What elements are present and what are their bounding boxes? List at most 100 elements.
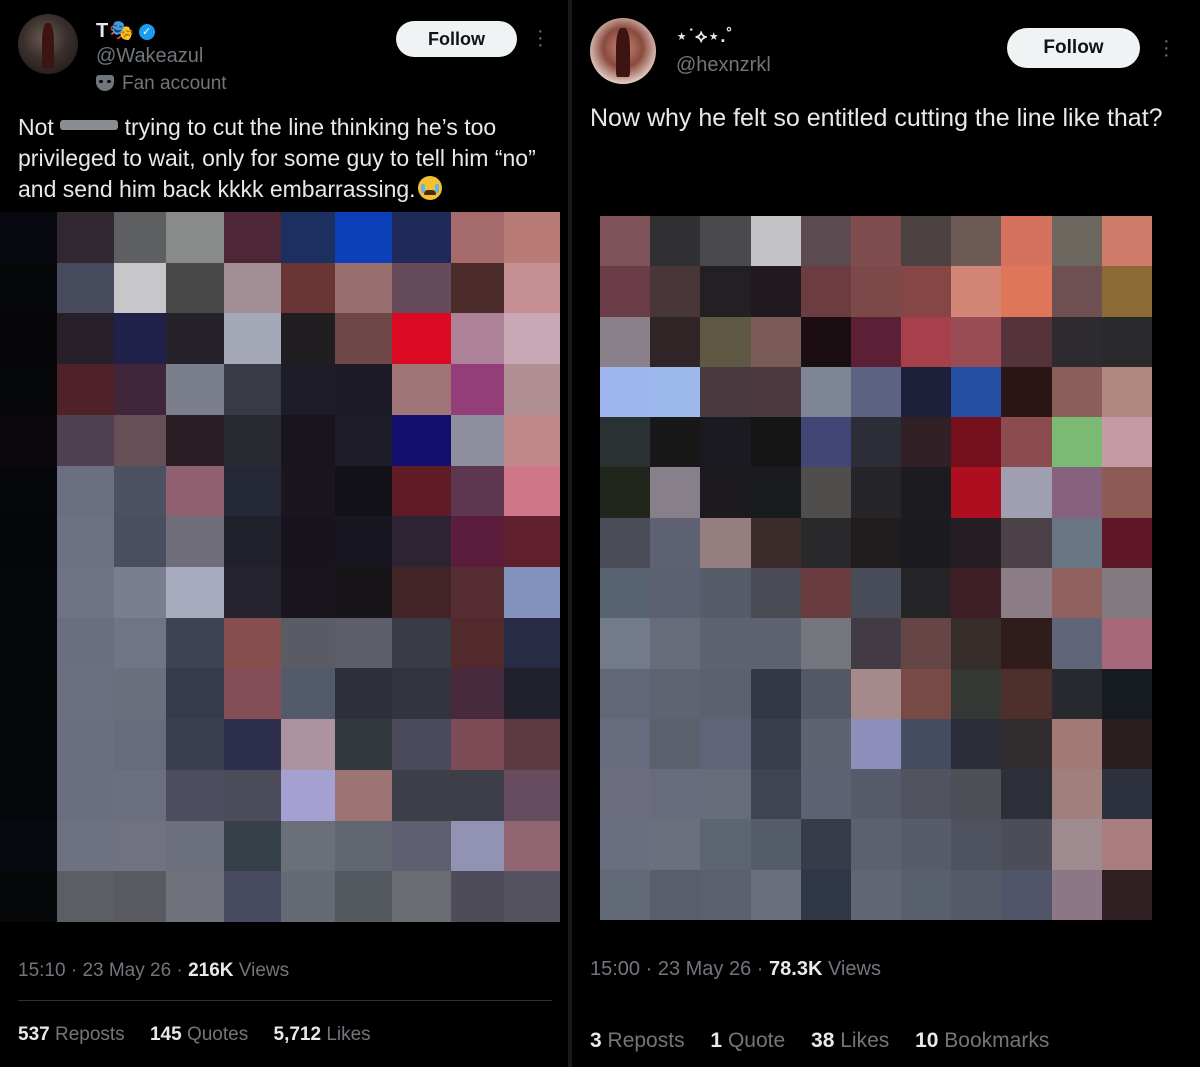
mosaic-block xyxy=(392,212,451,263)
user-handle[interactable]: @hexnzrkl xyxy=(676,54,771,77)
mosaic-block xyxy=(1101,618,1152,669)
mosaic-block xyxy=(335,820,392,872)
mosaic-block xyxy=(114,465,166,517)
mosaic-block xyxy=(166,516,224,567)
reposts-stat[interactable]: 537 Reposts xyxy=(18,1024,125,1045)
mosaic-block xyxy=(850,869,902,920)
mosaic-block xyxy=(1051,417,1102,468)
tweet-time[interactable]: 15:10 xyxy=(18,960,66,981)
mosaic-block xyxy=(901,417,952,468)
mosaic-block xyxy=(1001,769,1052,820)
fan-account-badge: Fan account xyxy=(96,73,227,95)
mosaic-block xyxy=(451,262,504,314)
likes-stat[interactable]: 5,712 Likes xyxy=(274,1024,371,1045)
mosaic-block xyxy=(750,366,801,418)
likes-count: 38 xyxy=(811,1029,835,1052)
mosaic-block xyxy=(504,617,560,669)
mosaic-block xyxy=(1051,618,1102,669)
views-count: 216K xyxy=(188,960,234,981)
mosaic-block xyxy=(281,820,335,872)
tweet-date[interactable]: 23 May 26 xyxy=(658,958,751,980)
likes-stat[interactable]: 38 Likes xyxy=(811,1029,889,1052)
follow-button[interactable]: Follow xyxy=(396,21,517,57)
mosaic-block xyxy=(700,467,751,518)
more-options-icon[interactable]: · · · xyxy=(537,21,544,55)
tweet-time[interactable]: 15:00 xyxy=(590,958,640,980)
mosaic-block xyxy=(0,516,57,567)
bookmarks-stat[interactable]: 10 Bookmarks xyxy=(915,1029,1049,1052)
mosaic-block xyxy=(114,414,166,466)
quotes-count: 145 xyxy=(149,1024,182,1045)
mosaic-block xyxy=(1101,517,1152,568)
display-name[interactable]: T🎭 ✓ xyxy=(96,18,156,43)
mosaic-block xyxy=(504,212,560,263)
more-options-icon[interactable]: · · · xyxy=(1163,31,1170,65)
quotes-stat[interactable]: 145 Quotes xyxy=(150,1024,248,1045)
avatar-figure xyxy=(616,27,630,78)
mosaic-block xyxy=(224,719,281,770)
mosaic-block xyxy=(901,567,952,619)
avatar[interactable] xyxy=(18,14,78,74)
mosaic-block xyxy=(166,820,224,872)
reposts-stat[interactable]: 3 Reposts xyxy=(590,1029,685,1052)
mosaic-block xyxy=(951,567,1002,619)
mosaic-block xyxy=(800,316,851,367)
mosaic-block xyxy=(750,216,801,267)
mosaic-block xyxy=(1101,769,1152,820)
tweet-date[interactable]: 23 May 26 xyxy=(82,960,171,981)
mosaic-block xyxy=(850,718,902,770)
mosaic-block xyxy=(750,467,801,518)
mosaic-block xyxy=(700,517,751,568)
likes-label: Likes xyxy=(840,1029,890,1052)
crying-emoji-icon xyxy=(417,176,442,200)
mosaic-block xyxy=(57,719,114,770)
mosaic-block xyxy=(392,567,451,618)
mosaic-block xyxy=(600,266,651,317)
display-name[interactable]: ⋆˙⟡⋆.˚ xyxy=(676,26,733,47)
mosaic-block xyxy=(451,364,504,415)
mosaic-block xyxy=(392,414,451,466)
mosaic-block xyxy=(600,718,651,770)
mosaic-block xyxy=(114,364,166,415)
quotes-stat[interactable]: 1 Quote xyxy=(710,1029,785,1052)
mosaic-block xyxy=(750,869,801,920)
avatar[interactable] xyxy=(590,18,656,84)
mosaic-block xyxy=(166,414,224,466)
mosaic-block xyxy=(600,769,651,820)
mosaic-block xyxy=(1051,366,1102,418)
mosaic-block xyxy=(281,769,335,821)
mosaic-block xyxy=(700,366,751,418)
mosaic-block xyxy=(650,366,701,418)
mosaic-block xyxy=(901,618,952,669)
mosaic-block xyxy=(850,467,902,518)
mosaic-block xyxy=(600,316,651,367)
mosaic-block xyxy=(114,567,166,618)
mosaic-block xyxy=(57,262,114,314)
mosaic-block xyxy=(850,417,902,468)
mosaic-block xyxy=(0,567,57,618)
pixelated-image[interactable] xyxy=(600,216,1152,920)
mosaic-block xyxy=(800,668,851,719)
mosaic-block xyxy=(901,769,952,820)
mosaic-block xyxy=(600,668,651,719)
mosaic-block xyxy=(650,869,701,920)
follow-button[interactable]: Follow xyxy=(1007,28,1140,68)
mosaic-block xyxy=(335,516,392,567)
quotes-count: 1 xyxy=(710,1029,723,1052)
user-handle[interactable]: @Wakeazul xyxy=(96,45,203,68)
mosaic-block xyxy=(224,414,281,466)
mosaic-block xyxy=(1101,819,1152,870)
mosaic-block xyxy=(392,871,451,922)
mosaic-block xyxy=(504,567,560,618)
mosaic-block xyxy=(1101,869,1152,920)
mosaic-block xyxy=(650,517,701,568)
pixelated-image[interactable] xyxy=(0,212,560,922)
mosaic-block xyxy=(504,516,560,567)
mosaic-block xyxy=(57,212,114,263)
mosaic-block xyxy=(57,668,114,720)
mosaic-block xyxy=(392,719,451,770)
mosaic-block xyxy=(392,313,451,365)
redacted-name xyxy=(60,120,119,130)
mosaic-block xyxy=(281,567,335,618)
mosaic-block xyxy=(166,567,224,618)
